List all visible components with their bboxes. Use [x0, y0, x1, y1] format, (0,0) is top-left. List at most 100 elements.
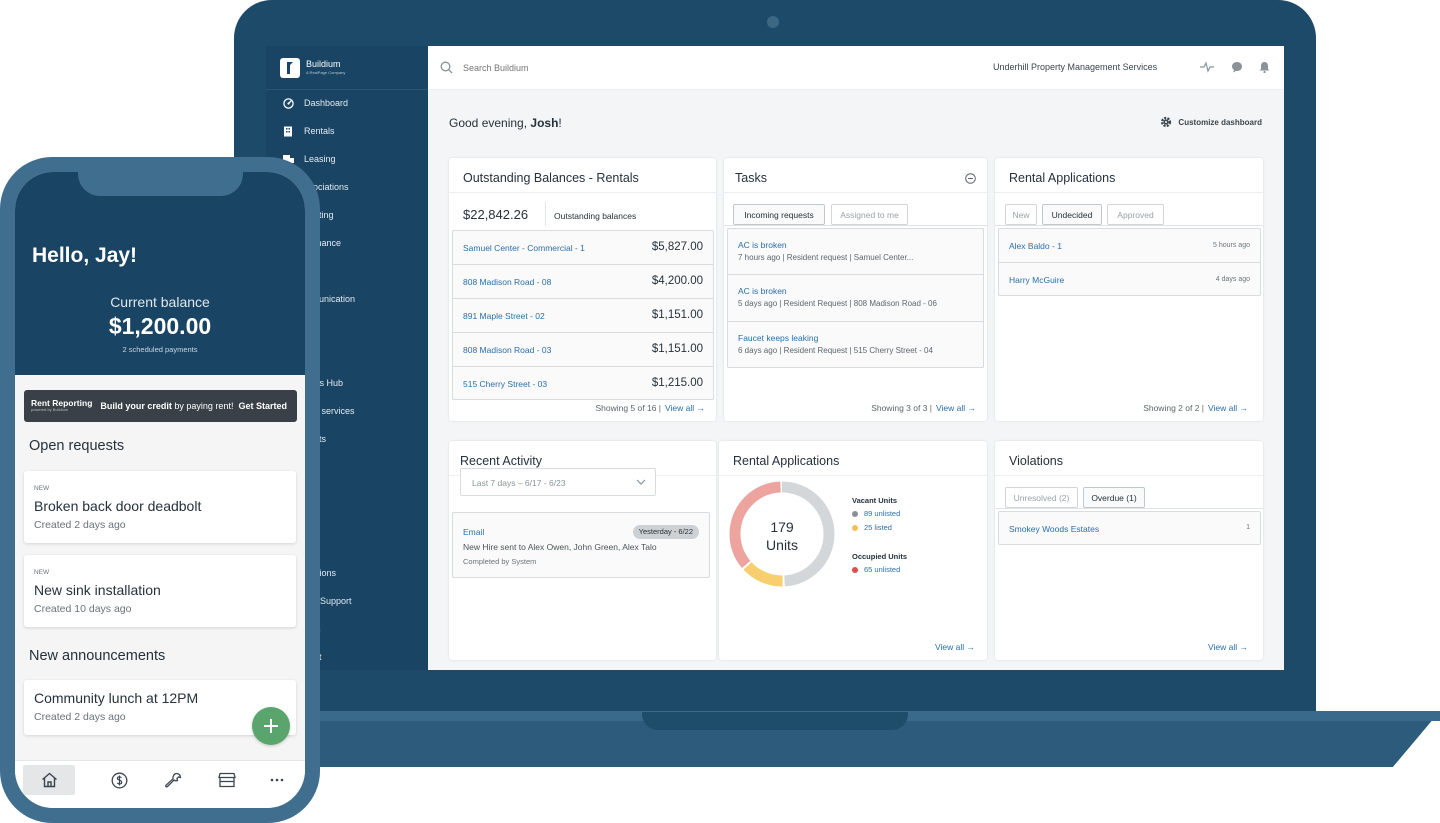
laptop-screen: Buildium A RealPage Company Dashboard Re…: [266, 46, 1284, 670]
card-title: Rental Applications: [733, 454, 840, 468]
tab-incoming-requests[interactable]: Incoming requests: [733, 204, 825, 225]
nav-payments[interactable]: [93, 765, 145, 795]
outstanding-total-label: Outstanding balances: [554, 211, 637, 221]
activity-type[interactable]: Email: [463, 527, 484, 537]
request-title: New sink installation: [34, 582, 161, 598]
list-item[interactable]: Alex Baldo - 15 hours ago: [999, 229, 1260, 263]
chart-footer: View all →: [931, 642, 975, 652]
legend-swatch: [852, 524, 858, 531]
tasks-list: AC is broken 7 hours ago | Resident reque…: [727, 228, 984, 368]
nav-maintenance[interactable]: [147, 765, 199, 795]
request-card[interactable]: NEW New sink installation Created 10 day…: [24, 555, 296, 627]
status-badge: NEW: [34, 569, 50, 576]
home-icon: [41, 772, 57, 788]
sidebar-item-label: Dashboard: [304, 98, 349, 108]
violations-list: Smokey Woods Estates 1: [998, 511, 1261, 545]
nav-more[interactable]: [251, 765, 303, 795]
legend-item[interactable]: 65 unlisted: [852, 565, 900, 574]
date-range-select[interactable]: Last 7 days – 6/17 - 6/23: [460, 468, 656, 496]
phone-screen: Hello, Jay! Current balance $1,200.00 2 …: [15, 172, 305, 808]
list-item[interactable]: 808 Madison Road - 03 $1,151.00: [453, 333, 713, 367]
sidebar-item-label: Rentals: [304, 126, 335, 136]
violations-footer: View all →: [1204, 642, 1248, 652]
laptop-base-notch: [642, 712, 908, 730]
phone-notch: [78, 172, 243, 196]
collapse-icon[interactable]: [965, 173, 976, 184]
legend-item[interactable]: 25 listed: [852, 523, 892, 532]
buildium-logo-icon: [280, 57, 300, 78]
phone-greeting: Hello, Jay!: [32, 244, 138, 267]
list-item[interactable]: Harry McGuire 4 days ago: [999, 263, 1260, 297]
dashboard-icon: [282, 97, 294, 109]
view-all-link[interactable]: View all →: [936, 403, 976, 413]
nav-store[interactable]: [201, 765, 253, 795]
search-input[interactable]: [463, 62, 763, 73]
list-item[interactable]: 515 Cherry Street - 03 $1,215.00: [453, 367, 713, 401]
view-all-link[interactable]: View all →: [1208, 642, 1248, 652]
scheduled-payments[interactable]: 2 scheduled payments: [15, 345, 305, 354]
top-bar: Underhill Property Management Services: [428, 46, 1284, 90]
card-title: Tasks: [735, 171, 767, 185]
list-item[interactable]: Faucet keeps leaking 6 days ago | Residen…: [728, 322, 983, 369]
dollar-icon: [111, 772, 127, 788]
list-item[interactable]: AC is broken 7 hours ago | Resident reque…: [728, 229, 983, 275]
tab-assigned-to-me[interactable]: Assigned to me: [831, 204, 908, 225]
applications-list: Alex Baldo - 15 hours ago Harry McGuire 4…: [998, 228, 1261, 296]
legend-heading-vacant: Vacant Units: [852, 496, 898, 505]
outstanding-footer: Showing 5 of 16 | View all →: [595, 403, 705, 413]
add-button[interactable]: [252, 707, 290, 745]
activity-item[interactable]: Email Yesterday - 6/22 New Hire sent to …: [452, 512, 710, 578]
balances-list: Samuel Center - Commercial - 1 $5,827.00 …: [452, 230, 714, 400]
rental-applications-card: Rental Applications New Undecided Approv…: [995, 158, 1263, 421]
search-icon[interactable]: [440, 61, 453, 74]
customize-dashboard-button[interactable]: Customize dashboard: [1160, 116, 1262, 128]
view-all-link[interactable]: View all →: [1208, 403, 1248, 413]
date-badge: Yesterday - 6/22: [632, 525, 699, 539]
view-all-link[interactable]: View all →: [935, 642, 975, 652]
view-all-link[interactable]: View all →: [665, 403, 705, 413]
list-item[interactable]: AC is broken 5 days ago | Resident Reques…: [728, 275, 983, 322]
tab-new[interactable]: New: [1005, 204, 1037, 225]
request-created: Created 2 days ago: [34, 519, 126, 531]
balance-label: Current balance: [110, 294, 210, 310]
chat-icon[interactable]: [1231, 61, 1243, 73]
nav-home[interactable]: [23, 765, 75, 795]
tasks-footer: Showing 3 of 3 | View all →: [871, 403, 976, 413]
sidebar-item-label: Leasing: [304, 154, 336, 164]
brand-logo[interactable]: Buildium A RealPage Company: [266, 46, 428, 90]
list-item[interactable]: 891 Maple Street - 02 $1,151.00: [453, 299, 713, 333]
balance-value: $1,200.00: [108, 313, 212, 339]
company-name[interactable]: Underhill Property Management Services: [993, 62, 1157, 72]
store-icon: [218, 772, 236, 788]
rent-reporting-banner[interactable]: Rent Reporting powered by Buildium Build …: [24, 390, 297, 422]
tab-undecided[interactable]: Undecided: [1042, 204, 1102, 225]
tab-overdue[interactable]: Overdue (1): [1083, 487, 1145, 508]
announcements-heading: New announcements: [29, 648, 166, 664]
sidebar-item-dashboard[interactable]: Dashboard: [266, 93, 428, 113]
tab-unresolved[interactable]: Unresolved (2): [1005, 487, 1078, 508]
list-item[interactable]: Smokey Woods Estates 1: [999, 512, 1260, 546]
rental-applications-chart-card: Rental Applications 179 Units Vacant Uni…: [719, 441, 987, 660]
legend-item[interactable]: 89 unlisted: [852, 509, 900, 518]
card-title: Rental Applications: [1009, 171, 1116, 185]
status-badge: NEW: [34, 485, 50, 492]
bottom-nav: [15, 760, 305, 808]
get-started-link[interactable]: Get Started: [238, 401, 287, 411]
donut-center-value: 179: [770, 519, 794, 535]
activity-icon[interactable]: [1200, 61, 1214, 73]
request-title: Broken back door deadbolt: [34, 498, 202, 514]
plus-icon: [264, 719, 278, 733]
activity-completed-by: Completed by System: [463, 557, 537, 566]
request-card[interactable]: NEW Broken back door deadbolt Created 2 …: [24, 471, 296, 543]
list-item[interactable]: Samuel Center - Commercial - 1 $5,827.00: [453, 231, 713, 265]
sidebar-item-rentals[interactable]: Rentals: [266, 121, 428, 141]
bell-icon[interactable]: [1259, 61, 1270, 73]
page-greeting: Good evening, Josh!: [449, 116, 562, 130]
tab-approved[interactable]: Approved: [1107, 204, 1164, 225]
phone-frame: Hello, Jay! Current balance $1,200.00 2 …: [0, 157, 320, 823]
card-title: Violations: [1009, 454, 1063, 468]
balance-header: Hello, Jay! Current balance $1,200.00 2 …: [15, 172, 305, 375]
outstanding-balances-card: Outstanding Balances - Rentals $22,842.2…: [449, 158, 716, 421]
list-item[interactable]: 808 Madison Road - 08 $4,200.00: [453, 265, 713, 299]
chevron-down-icon: [636, 479, 646, 485]
